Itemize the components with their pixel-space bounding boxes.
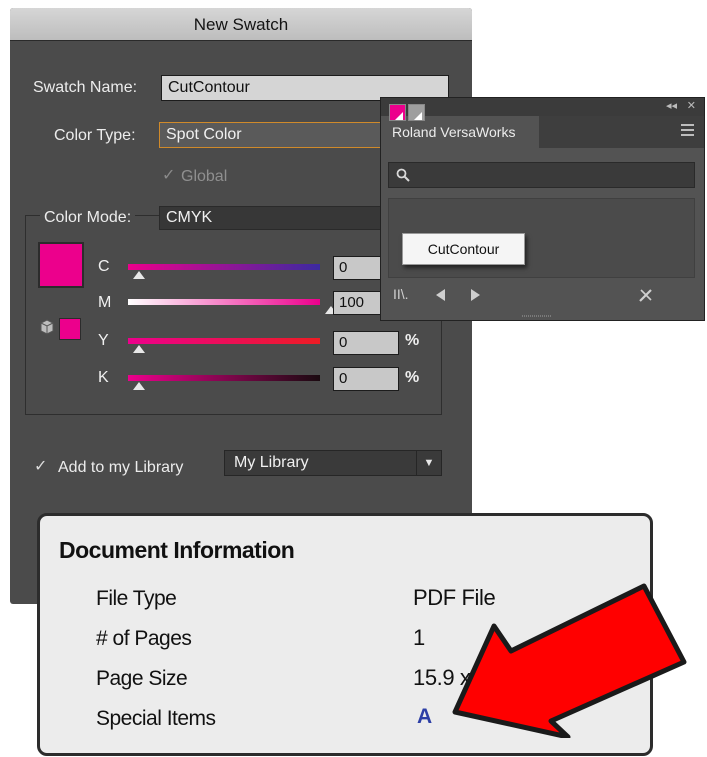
swatch-name-label: Swatch Name: bbox=[33, 79, 138, 96]
magenta-label: M bbox=[98, 294, 112, 311]
cyan-slider-thumb[interactable] bbox=[133, 271, 145, 279]
pages-label: # of Pages bbox=[96, 627, 192, 650]
swatch-preview bbox=[38, 242, 84, 288]
previous-icon[interactable] bbox=[436, 289, 445, 301]
dialog-titlebar[interactable]: New Swatch bbox=[10, 8, 472, 41]
hamburger-icon[interactable] bbox=[681, 124, 694, 139]
yellow-slider-thumb[interactable] bbox=[133, 345, 145, 353]
red-pointer-arrow-icon bbox=[452, 583, 687, 738]
add-to-library-checkbox[interactable]: ✓ bbox=[34, 459, 50, 475]
tools-icon[interactable] bbox=[638, 287, 654, 303]
library-icon[interactable]: II\. bbox=[393, 286, 409, 302]
document-information-title: Document Information bbox=[59, 537, 295, 563]
color-mode-select[interactable]: CMYK bbox=[159, 206, 381, 230]
color-mode-label: Color Mode: bbox=[40, 209, 136, 227]
panel-topbar: ◂◂ ✕ bbox=[381, 98, 704, 116]
spot-marker-icon bbox=[395, 112, 403, 120]
library-select-value: My Library bbox=[234, 454, 309, 471]
dialog-title: New Swatch bbox=[193, 15, 289, 34]
swatch-search-input[interactable] bbox=[388, 162, 695, 188]
cyan-slider[interactable] bbox=[128, 264, 320, 270]
yellow-slider[interactable] bbox=[128, 338, 320, 344]
swatch-tooltip: CutContour bbox=[402, 233, 525, 265]
black-slider-thumb[interactable] bbox=[133, 382, 145, 390]
global-checkbox[interactable]: ✓ bbox=[162, 168, 178, 184]
magenta-slider[interactable] bbox=[128, 299, 320, 305]
yellow-label: Y bbox=[98, 332, 109, 349]
gamut-color-swatch[interactable] bbox=[59, 318, 81, 340]
cyan-label: C bbox=[98, 258, 110, 275]
black-label: K bbox=[98, 369, 109, 386]
resize-grip-icon[interactable] bbox=[522, 314, 552, 318]
black-percent: % bbox=[405, 369, 420, 386]
search-icon bbox=[396, 168, 410, 182]
page-size-label: Page Size bbox=[96, 667, 188, 690]
color-type-label: Color Type: bbox=[54, 127, 136, 144]
close-icon[interactable]: ✕ bbox=[687, 99, 696, 112]
yellow-value-input[interactable]: 0 bbox=[333, 331, 399, 355]
color-type-select[interactable]: Spot Color bbox=[159, 122, 381, 148]
yellow-percent: % bbox=[405, 332, 420, 349]
pages-value: 1 bbox=[413, 625, 425, 650]
black-slider[interactable] bbox=[128, 375, 320, 381]
add-to-library-label: Add to my Library bbox=[58, 459, 184, 476]
spot-marker-icon bbox=[414, 112, 422, 120]
out-of-gamut-cube-icon[interactable] bbox=[40, 319, 54, 335]
chevron-down-icon[interactable]: ▼ bbox=[416, 451, 441, 475]
special-items-label: Special Items bbox=[96, 707, 216, 730]
file-type-label: File Type bbox=[96, 587, 177, 610]
next-icon[interactable] bbox=[471, 289, 480, 301]
global-label: Global bbox=[181, 168, 228, 185]
panel-tabrow: Roland VersaWorks bbox=[381, 116, 704, 148]
library-select[interactable]: My Library ▼ bbox=[224, 450, 442, 476]
black-value-input[interactable]: 0 bbox=[333, 367, 399, 391]
double-chevron-icon[interactable]: ◂◂ bbox=[666, 99, 677, 112]
versaworks-panel: ◂◂ ✕ Roland VersaWorks bbox=[380, 97, 705, 321]
